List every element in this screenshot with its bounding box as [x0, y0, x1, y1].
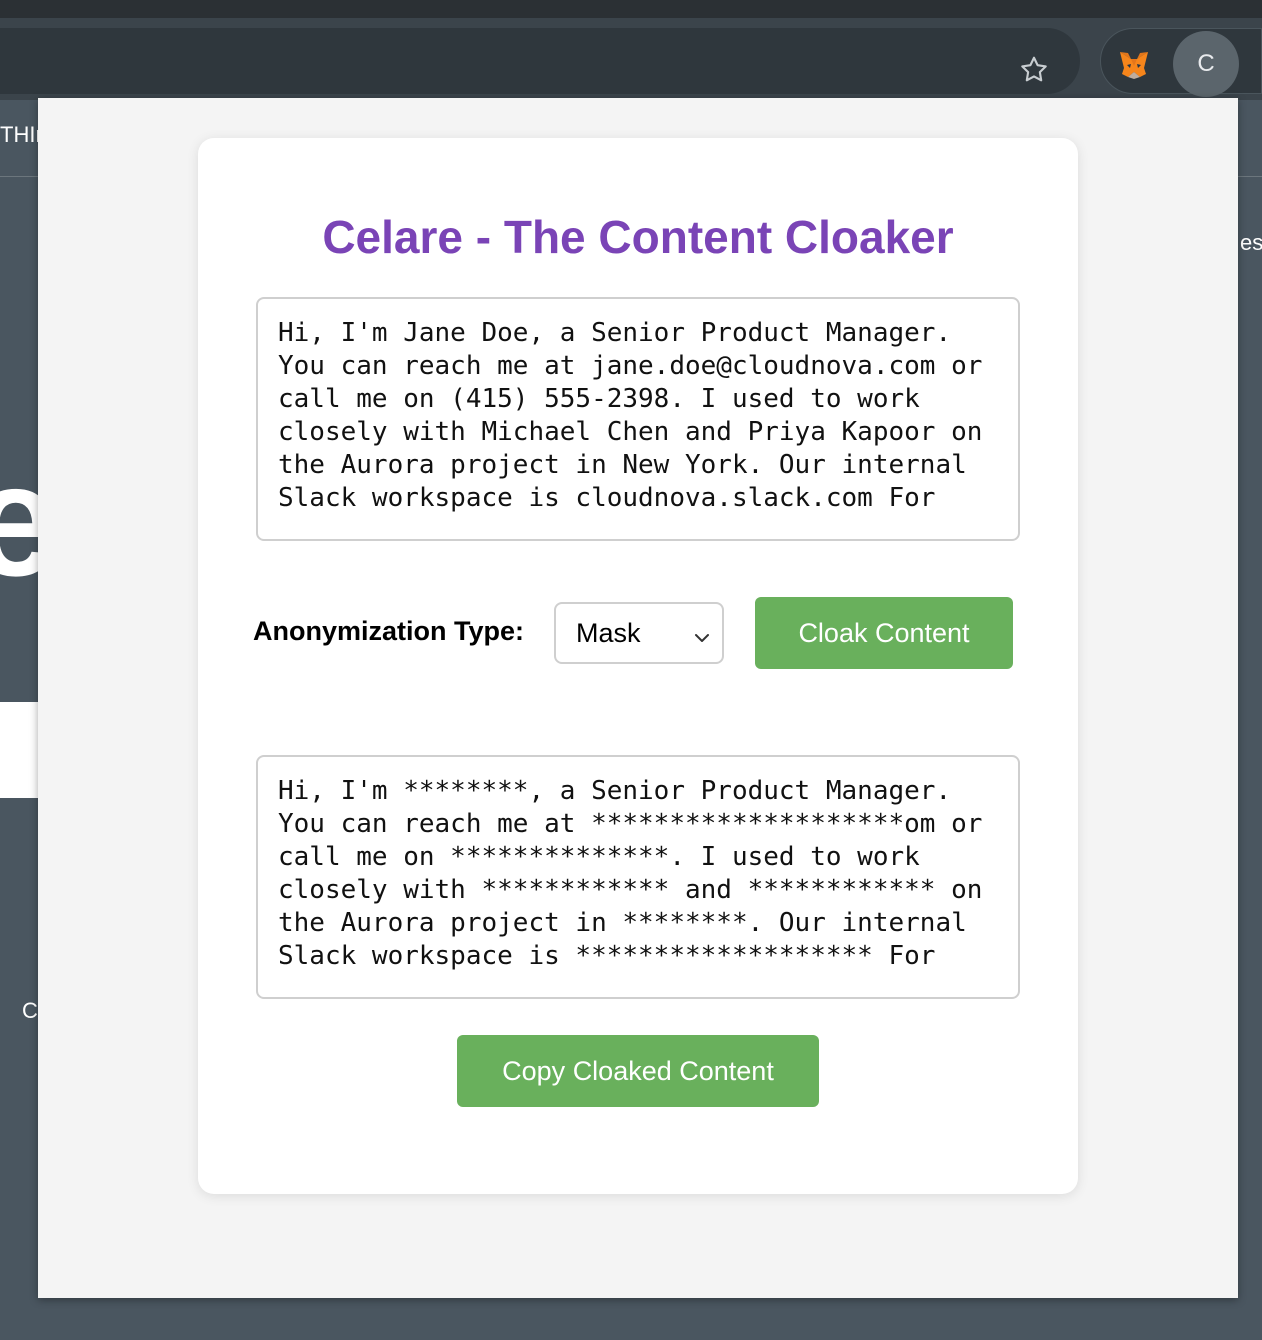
extension-popup: Celare - The Content Cloaker Hi, I'm Jan… [38, 98, 1238, 1298]
address-bar[interactable] [0, 28, 1080, 94]
anonymization-type-select[interactable]: Mask [554, 602, 724, 664]
browser-toolbar [0, 18, 1262, 100]
background-text-fragment-bottom: C [22, 998, 38, 1023]
anonymization-type-label: Anonymization Type: [253, 616, 525, 646]
main-card: Celare - The Content Cloaker Hi, I'm Jan… [198, 138, 1078, 1194]
selected-option: Mask [576, 617, 641, 648]
bookmark-star-icon[interactable] [1014, 50, 1054, 90]
metamask-fox-icon[interactable] [1114, 44, 1154, 84]
background-text-fragment-right: es [1240, 230, 1262, 255]
input-textarea[interactable]: Hi, I'm Jane Doe, a Senior Product Manag… [256, 297, 1020, 541]
output-textarea[interactable]: Hi, I'm ********, a Senior Product Manag… [256, 755, 1020, 999]
background-input [0, 702, 40, 798]
copy-cloaked-content-button[interactable]: Copy Cloaked Content [457, 1035, 819, 1107]
background-text-fragment: THIr [0, 122, 43, 147]
profile-avatar[interactable]: C [1173, 31, 1239, 97]
page-title: Celare - The Content Cloaker [322, 211, 954, 263]
chevron-down-icon [692, 624, 712, 655]
cloak-content-button[interactable]: Cloak Content [755, 597, 1013, 669]
browser-title-bar [0, 0, 1262, 18]
